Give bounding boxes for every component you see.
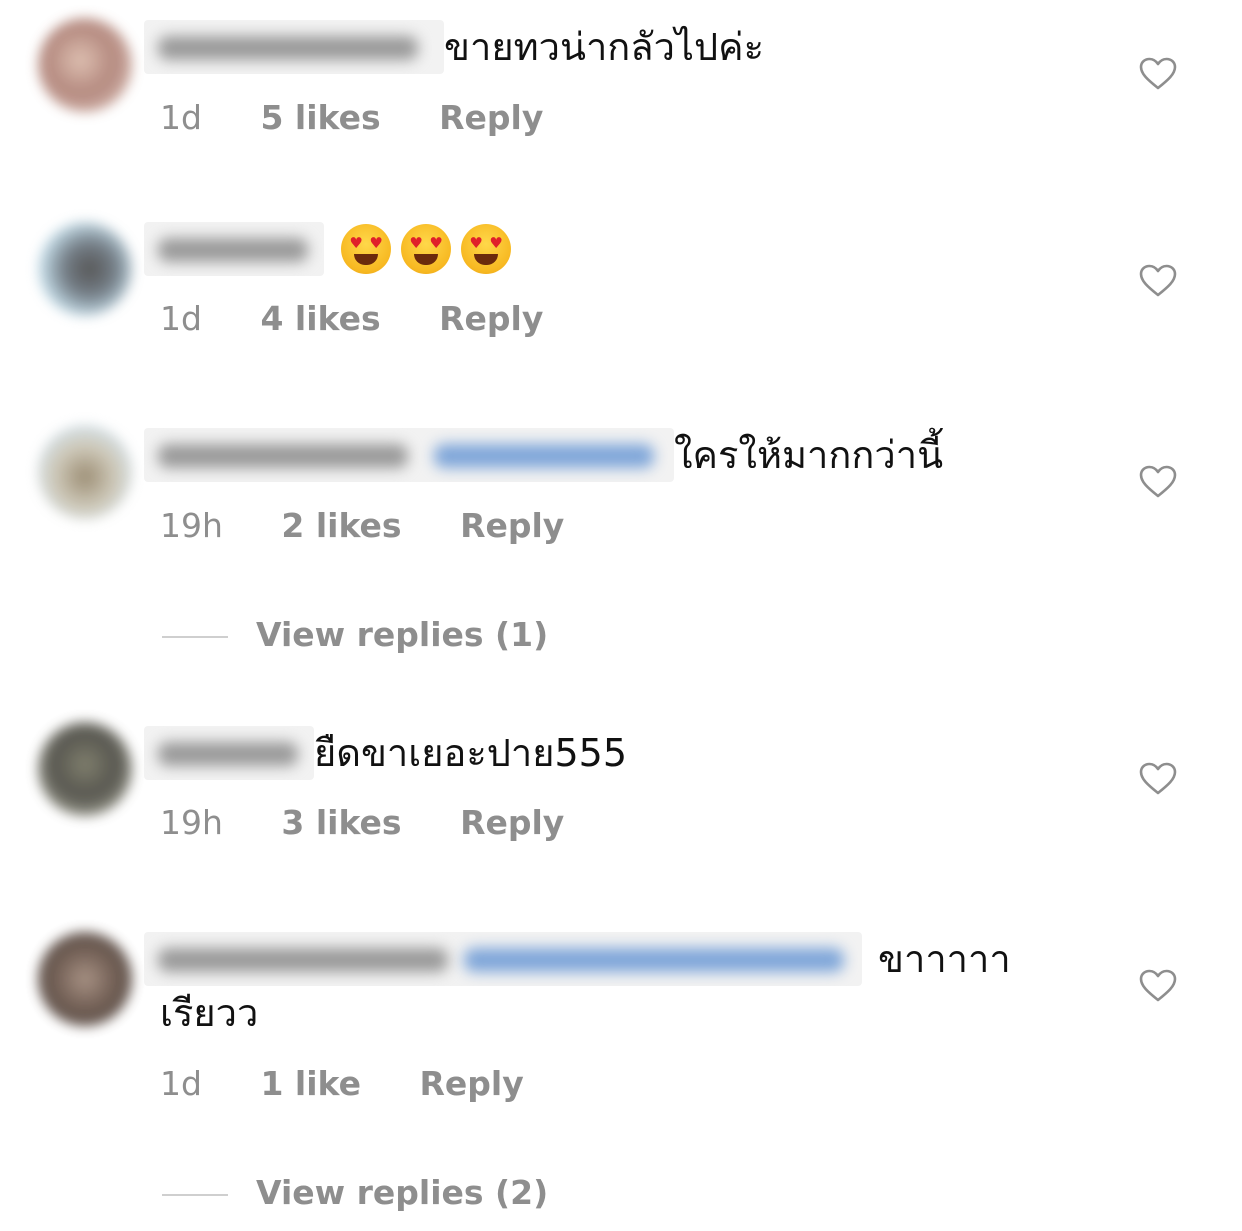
- view-replies-button[interactable]: View replies (1): [162, 613, 548, 657]
- heart-eyes-emoji-icon: ♥ ♥: [401, 224, 452, 274]
- avatar[interactable]: [38, 425, 132, 519]
- avatar[interactable]: [38, 932, 132, 1026]
- comment-time: 1d: [160, 299, 202, 338]
- heart-icon[interactable]: [1139, 762, 1177, 796]
- mention-blurred: [434, 444, 654, 468]
- comment-text: ใครให้มากกว่านี้: [674, 433, 944, 477]
- heart-icon[interactable]: [1139, 465, 1177, 499]
- view-replies-label: View replies (2): [256, 1173, 549, 1212]
- reply-button[interactable]: Reply: [419, 1062, 523, 1106]
- likes-count[interactable]: 2 likes: [281, 504, 401, 548]
- likes-count[interactable]: 3 likes: [281, 801, 401, 845]
- comment-time: 19h: [160, 506, 223, 545]
- comment-meta: 1d 1 like Reply: [160, 1062, 524, 1106]
- comment-text: ขายทวน่ากลัวไปค่ะ: [444, 25, 764, 69]
- comment-text: ยืดขาเยอะปาย555: [314, 731, 627, 775]
- view-replies-label: View replies (1): [256, 615, 549, 654]
- likes-count[interactable]: 1 like: [260, 1062, 361, 1106]
- comment-text: ขาาาาา: [878, 937, 1011, 981]
- likes-count[interactable]: 5 likes: [260, 96, 380, 140]
- comment-body: ขาาาาา เรียวว: [144, 932, 1046, 1040]
- likes-count[interactable]: 4 likes: [260, 297, 380, 341]
- username-blurred[interactable]: [144, 932, 862, 986]
- comment-meta: 1d 4 likes Reply: [160, 297, 543, 341]
- emoji-group: ♥ ♥ ♥ ♥ ♥ ♥: [324, 224, 516, 274]
- reply-button[interactable]: Reply: [439, 96, 543, 140]
- username-blurred[interactable]: [144, 428, 674, 482]
- heart-eyes-emoji-icon: ♥ ♥: [461, 224, 512, 274]
- comment-body: ขายทวน่ากลัวไปค่ะ: [144, 20, 1046, 74]
- username-blurred[interactable]: [144, 726, 314, 780]
- username-blurred[interactable]: [144, 222, 324, 276]
- comment-body: ยืดขาเยอะปาย555: [144, 726, 1046, 780]
- avatar[interactable]: [38, 222, 132, 316]
- heart-eyes-emoji-icon: ♥ ♥: [341, 224, 392, 274]
- avatar[interactable]: [38, 722, 132, 816]
- comment-time: 1d: [160, 98, 202, 137]
- comment-meta: 19h 2 likes Reply: [160, 504, 564, 548]
- comment-meta: 1d 5 likes Reply: [160, 96, 543, 140]
- comment-body: ใครให้มากกว่านี้: [144, 428, 1046, 482]
- reply-button[interactable]: Reply: [460, 504, 564, 548]
- heart-icon[interactable]: [1139, 57, 1177, 91]
- divider-line: [162, 1193, 228, 1196]
- avatar[interactable]: [38, 18, 132, 112]
- reply-button[interactable]: Reply: [460, 801, 564, 845]
- comment-time: 19h: [160, 803, 223, 842]
- comment-meta: 19h 3 likes Reply: [160, 801, 564, 845]
- heart-icon[interactable]: [1139, 969, 1177, 1003]
- heart-icon[interactable]: [1139, 264, 1177, 298]
- comment-time: 1d: [160, 1064, 202, 1103]
- comment-body: ♥ ♥ ♥ ♥ ♥ ♥: [144, 222, 1046, 276]
- mention-blurred: [464, 948, 844, 972]
- reply-button[interactable]: Reply: [439, 297, 543, 341]
- comment-text-continued: เรียวว: [160, 991, 259, 1035]
- username-blurred[interactable]: [144, 20, 444, 74]
- divider-line: [162, 635, 228, 638]
- view-replies-button[interactable]: View replies (2): [162, 1171, 548, 1215]
